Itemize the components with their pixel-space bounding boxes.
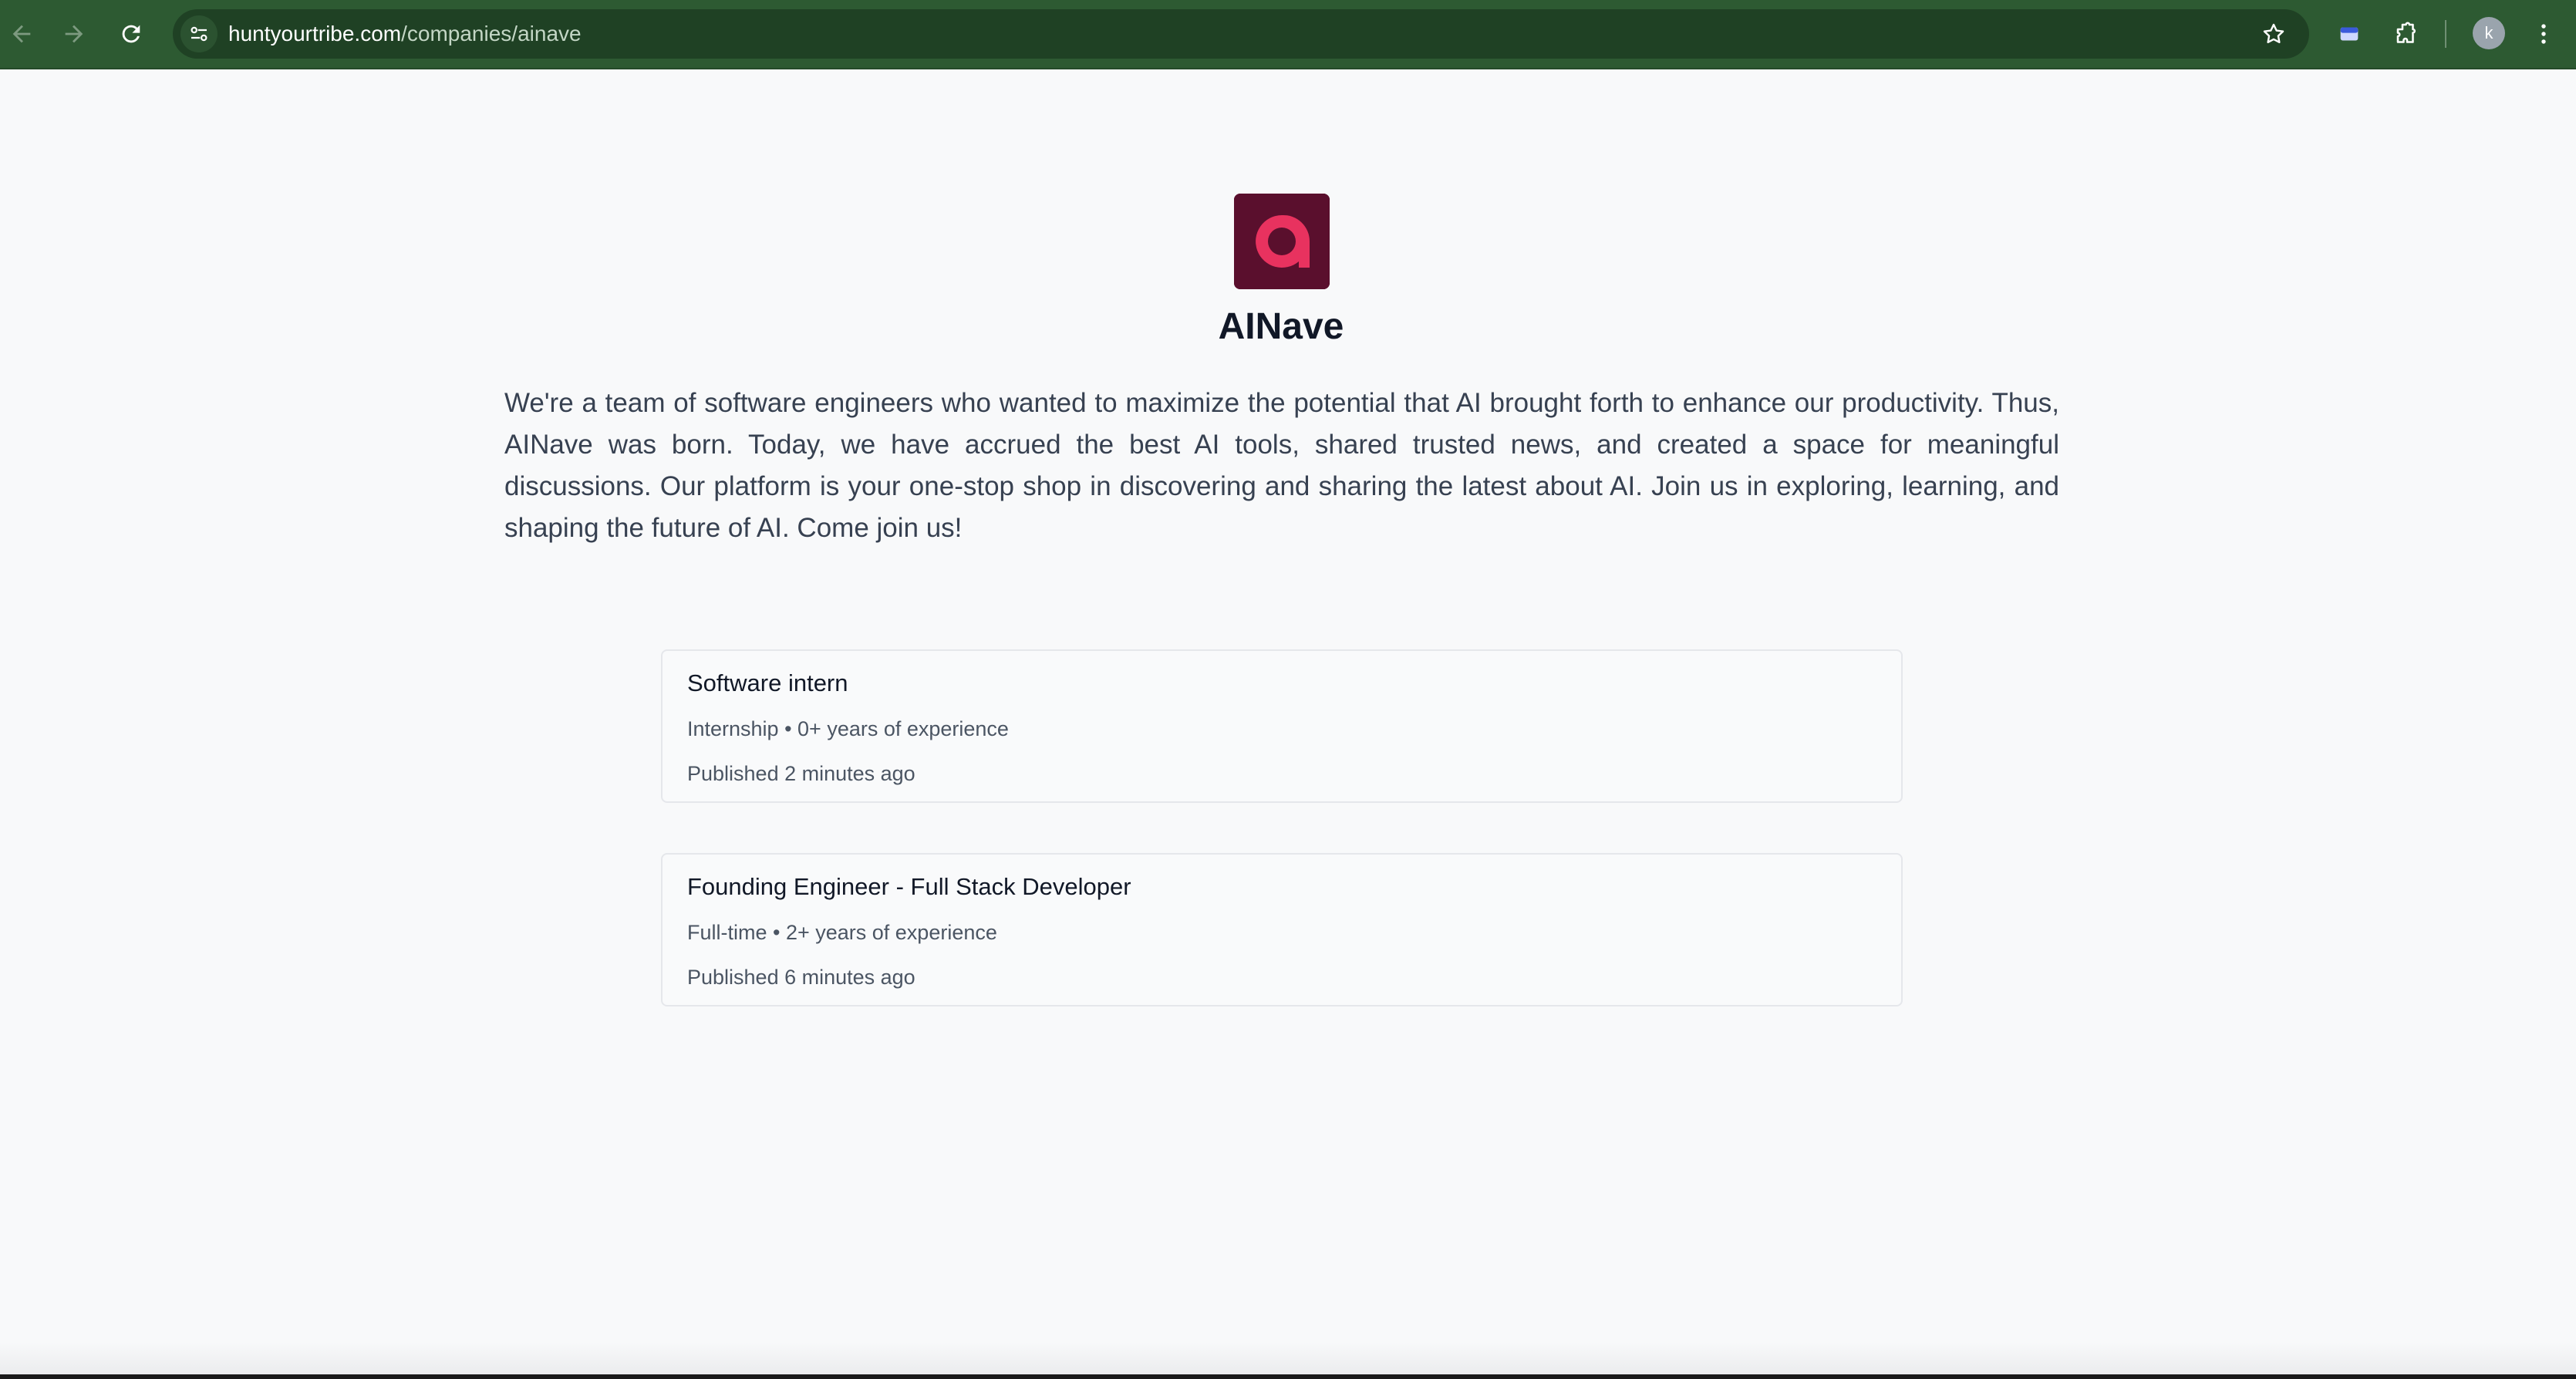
job-published: Published 6 minutes ago [687, 966, 915, 989]
toolbar-separator [2445, 20, 2446, 48]
company-logo [1234, 194, 1330, 289]
address-bar[interactable]: huntyourtribe.com/companies/ainave [173, 9, 2309, 59]
site-info-button[interactable] [180, 15, 217, 52]
url-host: huntyourtribe.com [228, 22, 402, 46]
back-icon [12, 25, 31, 43]
company-description: We're a team of software engineers who w… [504, 388, 2059, 543]
extensions-button[interactable] [2385, 14, 2425, 54]
window-bottom-edge [0, 1374, 2576, 1379]
page-bottom-shadow [0, 1342, 2576, 1379]
url-path: /companies/ainave [401, 22, 582, 46]
bookmark-button[interactable] [2258, 19, 2289, 49]
tab-search-icon [2340, 27, 2359, 41]
extensions-icon [2396, 22, 2416, 43]
browser-toolbar: huntyourtribe.com/companies/ainave k [0, 0, 2576, 69]
company-name: AINave [1218, 306, 1344, 347]
forward-button[interactable] [54, 14, 94, 54]
back-button[interactable] [2, 14, 42, 54]
job-title[interactable]: Software intern [687, 669, 848, 697]
site-info-icon [191, 26, 207, 42]
forward-icon [65, 25, 83, 43]
job-meta: Full-time • 2+ years of experience [687, 921, 997, 944]
job-card[interactable]: Founding Engineer - Full Stack Developer… [661, 853, 1903, 1006]
job-title[interactable]: Founding Engineer - Full Stack Developer [687, 873, 1131, 901]
ainave-logo-icon [1234, 194, 1330, 289]
menu-icon [2541, 24, 2546, 44]
job-meta: Internship • 0+ years of experience [687, 717, 1009, 740]
reload-button[interactable] [111, 14, 151, 54]
job-published: Published 2 minutes ago [687, 762, 915, 785]
bookmark-star-icon [2263, 23, 2284, 43]
url-text[interactable]: huntyourtribe.com/companies/ainave [228, 9, 582, 59]
browser-menu-button[interactable] [2524, 14, 2564, 54]
job-card[interactable]: Software intern Internship • 0+ years of… [661, 649, 1903, 803]
tab-search-button[interactable] [2329, 14, 2369, 54]
reload-icon [122, 25, 140, 43]
profile-avatar[interactable]: k [2473, 17, 2505, 49]
